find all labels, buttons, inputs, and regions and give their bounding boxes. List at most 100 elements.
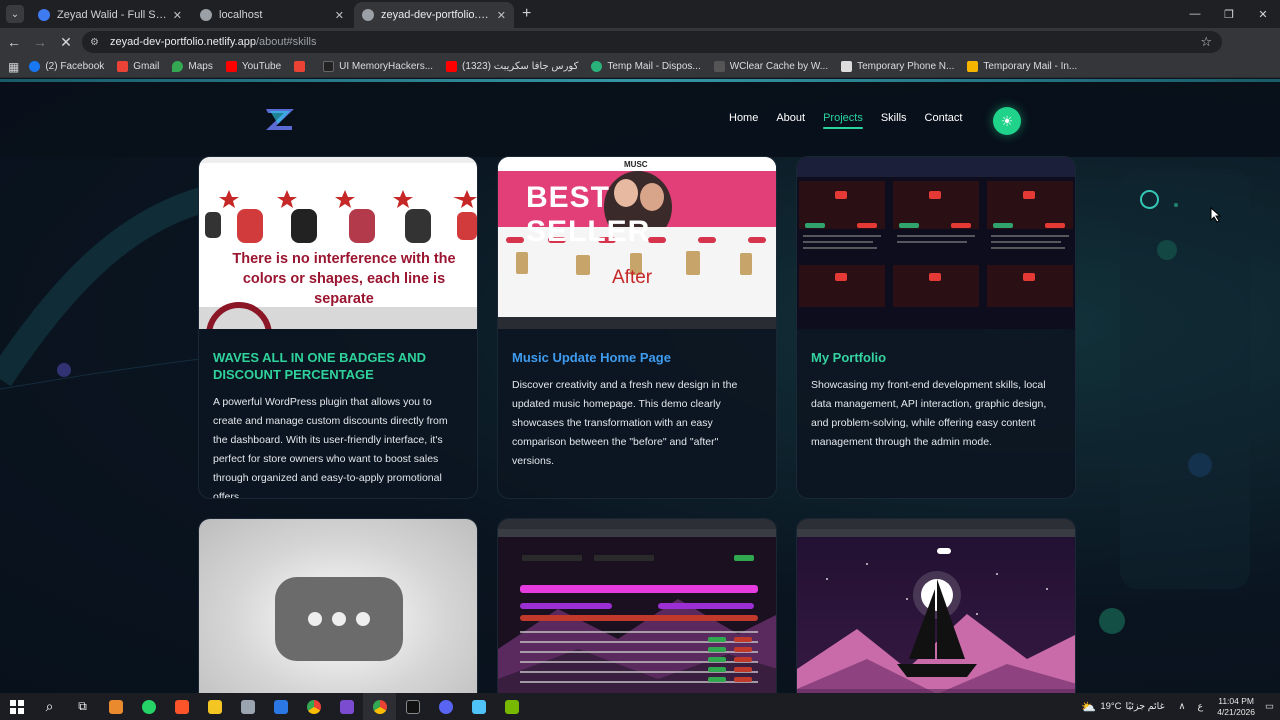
project-card-crud[interactable] — [497, 518, 777, 693]
app-icon-purple[interactable] — [330, 693, 363, 720]
tab-title: zeyad-dev-portfolio.netlify.app — [381, 9, 491, 21]
loading-icon — [275, 577, 403, 661]
chevron-up-icon[interactable]: ∧ — [1179, 701, 1186, 712]
clock-time: 11:04 PM — [1218, 695, 1254, 706]
youtube-icon — [446, 61, 458, 72]
project-description: A powerful WordPress plugin that allows … — [213, 396, 448, 499]
weather-temp[interactable]: 19°C — [1100, 701, 1121, 712]
facebook-icon — [29, 61, 41, 72]
start-button[interactable] — [0, 693, 33, 720]
theme-toggle-button[interactable]: ☀ — [993, 107, 1021, 135]
plus-icon[interactable]: + — [522, 5, 531, 23]
windows-logo-icon — [9, 699, 24, 714]
browser-tab-1[interactable]: Zeyad Walid - Full Stack & Wor ✕ — [30, 2, 190, 28]
chrome-icon[interactable] — [297, 693, 330, 720]
tab-search-icon[interactable]: ⌄ — [6, 5, 24, 23]
site-logo[interactable] — [264, 106, 296, 132]
url-domain: zeyad-dev-portfolio.netlify.app — [110, 36, 256, 48]
project-thumbnail[interactable] — [797, 157, 1075, 329]
nav-contact[interactable]: Contact — [925, 112, 963, 124]
close-tab-icon[interactable]: ✕ — [335, 9, 344, 22]
forward-arrow-icon[interactable]: → — [28, 30, 52, 54]
back-arrow-icon[interactable]: ← — [2, 30, 26, 54]
tab-favicon — [200, 9, 212, 21]
cache-icon — [713, 61, 725, 72]
project-card-loading[interactable] — [198, 518, 478, 693]
browser-tab-2[interactable]: localhost ✕ — [192, 2, 352, 28]
bookmark-memoryhackers[interactable]: UI MemoryHackers... — [323, 61, 433, 72]
youtube-icon — [225, 61, 237, 72]
project-thumbnail[interactable] — [498, 519, 776, 693]
bookmark-gmail[interactable]: Gmail — [117, 61, 159, 72]
browser-tab-bar: ⌄ Zeyad Walid - Full Stack & Wor ✕ local… — [0, 0, 1280, 28]
project-card-music[interactable]: MUSC BEST SELLER After Music Update Home… — [497, 156, 777, 499]
app-icon-indigo[interactable] — [429, 693, 462, 720]
site-header: Home About Projects Skills Contact ☀ — [0, 82, 1280, 157]
close-tab-icon[interactable]: ✕ — [173, 9, 182, 22]
nav-home[interactable]: Home — [729, 112, 758, 124]
brave-icon[interactable] — [165, 693, 198, 720]
notification-icon[interactable]: ▭ — [1265, 701, 1274, 712]
file-explorer-icon[interactable] — [198, 693, 231, 720]
nav-projects[interactable]: Projects — [823, 112, 863, 129]
bookmark-label: Maps — [188, 61, 213, 72]
terminal-icon[interactable] — [396, 693, 429, 720]
task-view-icon[interactable]: ⧉ — [66, 693, 99, 720]
mouse-cursor — [1210, 207, 1222, 223]
whatsapp-icon[interactable] — [132, 693, 165, 720]
bookmark-label: Temporary Mail - In... — [983, 61, 1078, 72]
mail-icon — [967, 61, 979, 72]
app-icon-cyan[interactable] — [462, 693, 495, 720]
project-card-landscape[interactable] — [796, 518, 1076, 693]
nav-about[interactable]: About — [776, 112, 805, 124]
site-info-icon[interactable]: ⚙ — [90, 36, 102, 48]
close-window-icon[interactable]: ✕ — [1246, 0, 1280, 28]
app-icon-blue[interactable] — [264, 693, 297, 720]
chrome-active-icon[interactable] — [363, 693, 396, 720]
project-thumbnail[interactable]: MUSC BEST SELLER After — [498, 157, 776, 329]
sun-icon: ☀ — [1000, 112, 1014, 129]
address-bar[interactable]: ⚙ zeyad-dev-portfolio.netlify.app/about#… — [82, 31, 1222, 53]
restore-icon[interactable]: ❐ — [1212, 0, 1246, 28]
bookmark-temp-mail-2[interactable]: Temporary Mail - In... — [967, 61, 1077, 72]
thumbnail-graphic — [797, 519, 1075, 693]
bookmark-temp-phone[interactable]: Temporary Phone N... — [841, 61, 954, 72]
project-thumbnail[interactable] — [797, 519, 1075, 693]
weather-text[interactable]: غائم جزئيًا — [1126, 701, 1165, 712]
bookmark-youtube[interactable]: YouTube — [225, 61, 281, 72]
clock[interactable]: 11:04 PM 4/21/2026 — [1217, 696, 1255, 718]
project-card-waves[interactable]: There is no interference with the colors… — [198, 156, 478, 499]
bookmark-js-course[interactable]: كورس جافا سكريبت (1323) — [446, 61, 578, 72]
system-tray: ⛅ 19°C غائم جزئيًا ∧ ع 11:04 PM 4/21/202… — [1081, 693, 1280, 720]
thumbnail-banner-text: BEST SELLER — [526, 181, 651, 248]
project-thumbnail[interactable]: There is no interference with the colors… — [199, 157, 477, 329]
weather-icon[interactable]: ⛅ — [1081, 700, 1096, 714]
nav-skills[interactable]: Skills — [881, 112, 907, 124]
portfolio-page: Home About Projects Skills Contact ☀ The… — [0, 79, 1280, 693]
project-card-portfolio[interactable]: My Portfolio Showcasing my front-end dev… — [796, 156, 1076, 499]
project-thumbnail[interactable] — [199, 519, 477, 693]
tab-favicon — [38, 9, 50, 21]
clock-date: 4/21/2026 — [1217, 706, 1256, 717]
bookmark-temp-mail[interactable]: Temp Mail - Dispos... — [591, 61, 701, 72]
bookmark-label: Temp Mail - Dispos... — [607, 61, 701, 72]
app-icon-gray[interactable] — [231, 693, 264, 720]
language-indicator[interactable]: ع — [1198, 701, 1204, 712]
bookmark-star-icon[interactable]: ☆ — [1200, 34, 1212, 50]
thumbnail-graphic — [797, 157, 1075, 307]
windows-taskbar: ⌕ ⧉ ⛅ 19°C غائم جزئيًا ∧ ع 11:04 PM 4/21… — [0, 693, 1280, 720]
search-icon[interactable]: ⌕ — [33, 693, 66, 720]
bookmark-facebook[interactable]: (2) Facebook — [29, 61, 104, 72]
bookmark-maps[interactable]: Maps — [172, 61, 213, 72]
app-icon-orange[interactable] — [99, 693, 132, 720]
close-tab-icon[interactable]: ✕ — [497, 9, 506, 22]
browser-tab-3[interactable]: zeyad-dev-portfolio.netlify.app ✕ — [354, 2, 514, 28]
url-path: /about#skills — [255, 36, 317, 48]
stop-loading-icon[interactable]: ✕ — [54, 30, 78, 54]
apps-grid-icon[interactable]: ▦ — [8, 60, 19, 74]
bookmark-label: WClear Cache by W... — [729, 61, 829, 72]
bookmark-gmail-2[interactable] — [294, 61, 310, 72]
bookmark-clear-cache[interactable]: WClear Cache by W... — [713, 61, 829, 72]
nvidia-icon[interactable] — [495, 693, 528, 720]
minimize-icon[interactable]: — — [1178, 0, 1212, 28]
